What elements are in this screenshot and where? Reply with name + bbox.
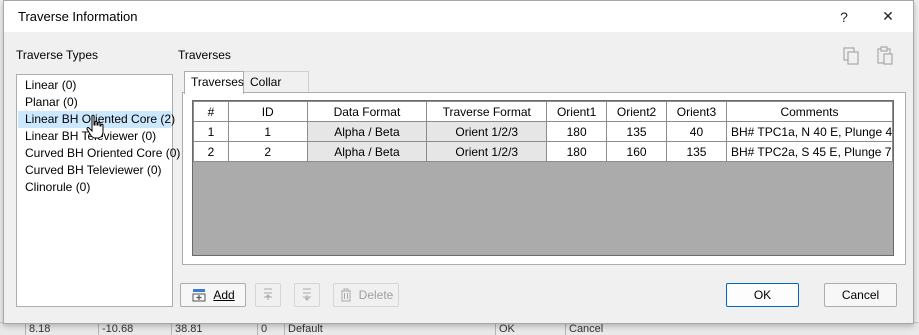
paste-icon[interactable]	[874, 45, 896, 67]
table-row[interactable]: 2 2 Alpha / Beta Orient 1/2/3 180 160 13…	[193, 141, 894, 162]
column-header[interactable]: Data Format	[306, 101, 428, 122]
add-button[interactable]: Add	[180, 283, 246, 307]
traverse-types-label: Traverse Types	[16, 48, 99, 62]
table-cell[interactable]: Alpha / Beta	[306, 121, 428, 142]
background-cell: 0	[257, 324, 279, 335]
column-header[interactable]: ID	[227, 101, 308, 122]
traverses-label: Traverses	[178, 48, 231, 62]
move-down-icon	[299, 286, 315, 305]
traverses-grid[interactable]: # ID Data Format Traverse Format Orient1…	[192, 100, 894, 256]
list-item[interactable]: Planar (0)	[18, 94, 171, 111]
background-cell: OK	[495, 324, 555, 335]
table-cell[interactable]: BH# TPC1a, N 40 E, Plunge 45,	[725, 121, 894, 142]
list-item[interactable]: Curved BH Oriented Core (0)	[18, 145, 180, 162]
column-header[interactable]: Comments	[725, 101, 894, 122]
traverse-types-list[interactable]: Linear (0) Planar (0) Linear BH Oriented…	[16, 74, 180, 307]
help-icon: ?	[840, 8, 848, 25]
table-cell[interactable]: 2	[193, 141, 229, 162]
dialog-title: Traverse Information	[18, 9, 138, 24]
trash-icon	[339, 287, 353, 303]
hand-cursor-icon	[85, 114, 107, 140]
table-cell[interactable]: Orient 1/2/3	[426, 141, 548, 162]
close-button[interactable]: ✕	[866, 1, 910, 32]
table-cell[interactable]: 180	[546, 141, 608, 162]
table-cell[interactable]: 180	[546, 121, 608, 142]
table-cell[interactable]: 1	[227, 121, 308, 142]
move-up-icon	[260, 286, 276, 305]
column-header[interactable]: Traverse Format	[426, 101, 548, 122]
table-cell[interactable]: BH# TPC2a, S 45 E, Plunge 70, l	[725, 141, 894, 162]
delete-button-label: Delete	[358, 288, 394, 302]
add-row-icon	[191, 287, 207, 303]
tab-traverses[interactable]: Traverses	[184, 71, 244, 94]
table-cell[interactable]: 2	[227, 141, 308, 162]
help-button[interactable]: ?	[822, 1, 866, 32]
cancel-button[interactable]: Cancel	[824, 283, 897, 307]
table-cell[interactable]: 160	[606, 141, 668, 162]
move-up-button[interactable]	[255, 283, 281, 307]
table-cell[interactable]: 1	[193, 121, 229, 142]
delete-button[interactable]: Delete	[333, 283, 399, 307]
column-header[interactable]: Orient3	[666, 101, 727, 122]
background-cell: Cancel	[565, 324, 635, 335]
list-item[interactable]: Clinorule (0)	[18, 179, 171, 196]
column-header[interactable]: Orient2	[606, 101, 668, 122]
table-cell[interactable]: Alpha / Beta	[306, 141, 428, 162]
list-item[interactable]: Linear (0)	[18, 77, 171, 94]
background-cell: -10.68	[98, 324, 170, 335]
traverses-table: # ID Data Format Traverse Format Orient1…	[193, 101, 894, 162]
table-cell[interactable]: 40	[666, 121, 727, 142]
list-item[interactable]: Curved BH Televiewer (0)	[18, 162, 171, 179]
column-header[interactable]: #	[193, 101, 229, 122]
table-row[interactable]: 1 1 Alpha / Beta Orient 1/2/3 180 135 40…	[193, 121, 894, 142]
background-cell: 8.18	[25, 324, 97, 335]
ok-button[interactable]: OK	[726, 283, 799, 307]
move-down-button[interactable]	[294, 283, 320, 307]
close-icon: ✕	[882, 8, 894, 24]
copy-icon[interactable]	[840, 45, 862, 67]
add-button-label: Add	[213, 288, 235, 302]
tab-collar-data[interactable]: Collar Data	[243, 71, 309, 109]
table-cell[interactable]: 135	[666, 141, 727, 162]
table-cell[interactable]: 135	[606, 121, 668, 142]
column-header[interactable]: Orient1	[546, 101, 608, 122]
table-cell[interactable]: Orient 1/2/3	[426, 121, 548, 142]
background-cell: 38.81	[171, 324, 255, 335]
table-header-row: # ID Data Format Traverse Format Orient1…	[193, 101, 894, 122]
traverse-information-dialog: Traverse Information ? ✕ Traverse Types …	[3, 0, 914, 324]
background-cell: Default	[284, 324, 364, 335]
title-bar: Traverse Information ? ✕	[4, 1, 913, 32]
